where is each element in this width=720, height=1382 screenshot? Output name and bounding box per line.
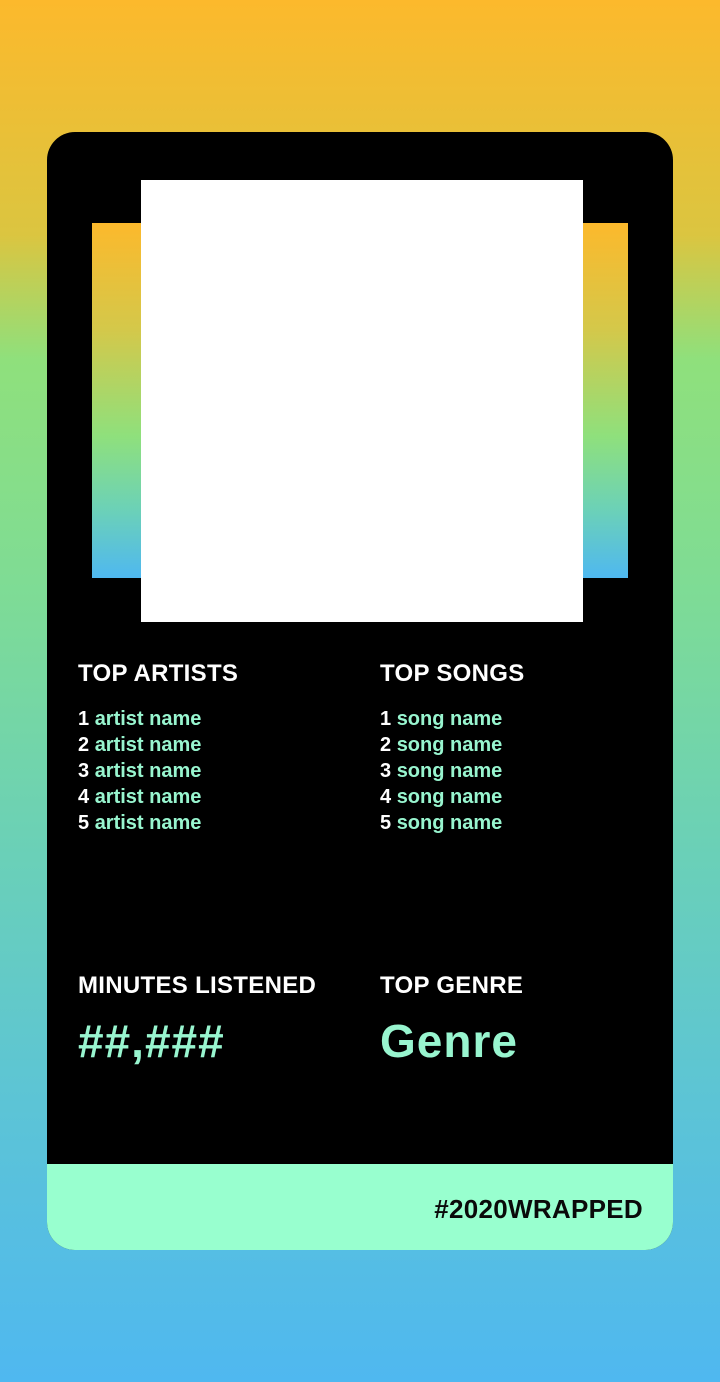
list-item: 2 song name	[380, 732, 525, 758]
top-songs-title: TOP SONGS	[380, 660, 525, 687]
rank: 2	[380, 734, 392, 756]
list-item: 1 artist name	[78, 706, 238, 732]
rank: 5	[380, 812, 392, 834]
list-item: 2 artist name	[78, 732, 238, 758]
list-item: 1 song name	[380, 706, 525, 732]
rank: 5	[78, 812, 90, 834]
minutes-listened-title: MINUTES LISTENED	[78, 972, 317, 999]
rank: 1	[380, 708, 392, 730]
hashtag-label: #2020WRAPPED	[434, 1194, 643, 1224]
top-artists-title: TOP ARTISTS	[78, 660, 239, 687]
rank: 3	[380, 760, 392, 782]
artist-name: artist name	[94, 760, 202, 782]
rank: 3	[78, 760, 90, 782]
artist-name: artist name	[94, 708, 202, 730]
artist-name: artist name	[94, 734, 202, 756]
top-songs-list: 1 song name 2 song name 3 song name 4 so…	[380, 706, 525, 836]
minutes-listened-value: ##,###	[78, 1015, 225, 1067]
artist-name: artist name	[94, 786, 202, 808]
list-item: 5 artist name	[78, 810, 238, 836]
song-name: song name	[396, 708, 503, 730]
song-name: song name	[396, 786, 503, 808]
rank: 1	[78, 708, 90, 730]
list-item: 3 artist name	[78, 758, 238, 784]
list-item: 5 song name	[380, 810, 525, 836]
album-cover-image	[141, 180, 583, 622]
wrapped-card: TOP ARTISTS 1 artist name 2 artist name …	[47, 132, 673, 1250]
list-item: 4 artist name	[78, 784, 238, 810]
list-item: 3 song name	[380, 758, 525, 784]
minutes-listened-section: MINUTES LISTENED ##,###	[78, 972, 316, 1068]
gradient-panel-right	[583, 223, 628, 578]
top-artists-section: TOP ARTISTS 1 artist name 2 artist name …	[78, 660, 238, 836]
song-name: song name	[396, 812, 503, 834]
top-genre-section: TOP GENRE Genre	[380, 972, 523, 1068]
rank: 2	[78, 734, 90, 756]
gradient-panel-left	[92, 223, 141, 578]
card-footer: #2020WRAPPED	[47, 1164, 673, 1250]
top-artists-list: 1 artist name 2 artist name 3 artist nam…	[78, 706, 238, 836]
top-songs-section: TOP SONGS 1 song name 2 song name 3 song…	[380, 660, 525, 836]
top-genre-title: TOP GENRE	[380, 972, 524, 999]
artist-name: artist name	[94, 812, 202, 834]
list-item: 4 song name	[380, 784, 525, 810]
top-genre-value: Genre	[380, 1015, 518, 1067]
rank: 4	[380, 786, 392, 808]
song-name: song name	[396, 734, 503, 756]
rank: 4	[78, 786, 90, 808]
song-name: song name	[396, 760, 503, 782]
